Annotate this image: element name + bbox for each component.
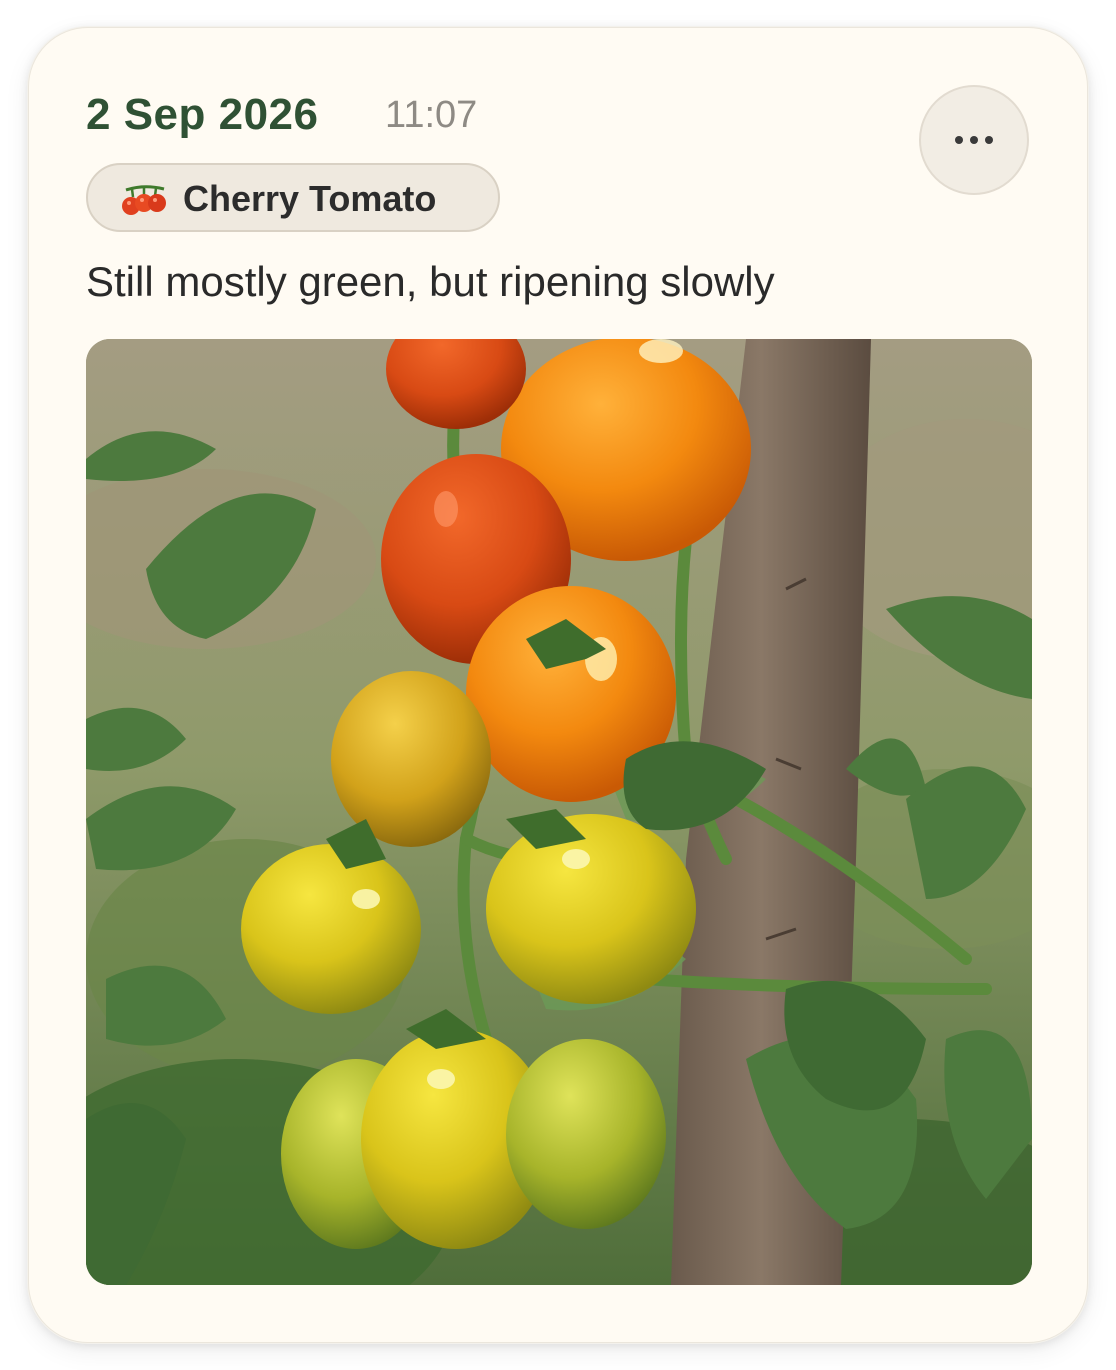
entry-time: 11:07	[385, 94, 478, 136]
ellipsis-icon	[970, 136, 978, 144]
journal-entry-card[interactable]: 2 Sep 2026 11:07 Cherry Tomato Still mos…	[28, 27, 1088, 1343]
cherry-tomato-photo-illustration	[86, 339, 1032, 1285]
ellipsis-icon	[985, 136, 993, 144]
entry-date: 2 Sep 2026	[86, 90, 319, 139]
plant-tag-chip[interactable]: Cherry Tomato	[86, 163, 500, 232]
ellipsis-icon	[955, 136, 963, 144]
entry-photo[interactable]	[86, 339, 1032, 1285]
more-options-button[interactable]	[919, 85, 1029, 195]
plant-tag-label: Cherry Tomato	[183, 178, 437, 219]
entry-note: Still mostly green, but ripening slowly	[86, 258, 775, 305]
cherry-tomato-icon	[122, 185, 166, 215]
